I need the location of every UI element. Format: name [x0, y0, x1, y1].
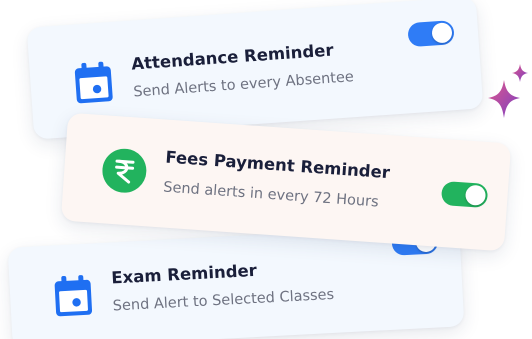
reminder-subtitle: Send Alert to Selected Classes	[112, 286, 335, 315]
sparkle-icon	[488, 64, 528, 118]
calendar-icon	[74, 61, 113, 104]
attendance-reminder-toggle[interactable]	[407, 20, 455, 48]
reminder-title: Attendance Reminder	[130, 40, 335, 74]
fees-payment-reminder-card: Fees Payment Reminder Send alerts in eve…	[60, 112, 512, 252]
toggle-knob	[464, 184, 487, 206]
reminder-subtitle: Send Alerts to every Absentee	[132, 69, 355, 101]
fees-payment-reminder-toggle[interactable]	[440, 180, 489, 209]
reminder-subtitle: Send alerts in every 72 Hours	[162, 179, 380, 211]
reminder-title: Exam Reminder	[110, 260, 258, 288]
rupee-icon	[102, 148, 147, 193]
toggle-knob	[431, 22, 453, 44]
reminder-title: Fees Payment Reminder	[164, 147, 391, 183]
calendar-icon	[54, 275, 93, 317]
